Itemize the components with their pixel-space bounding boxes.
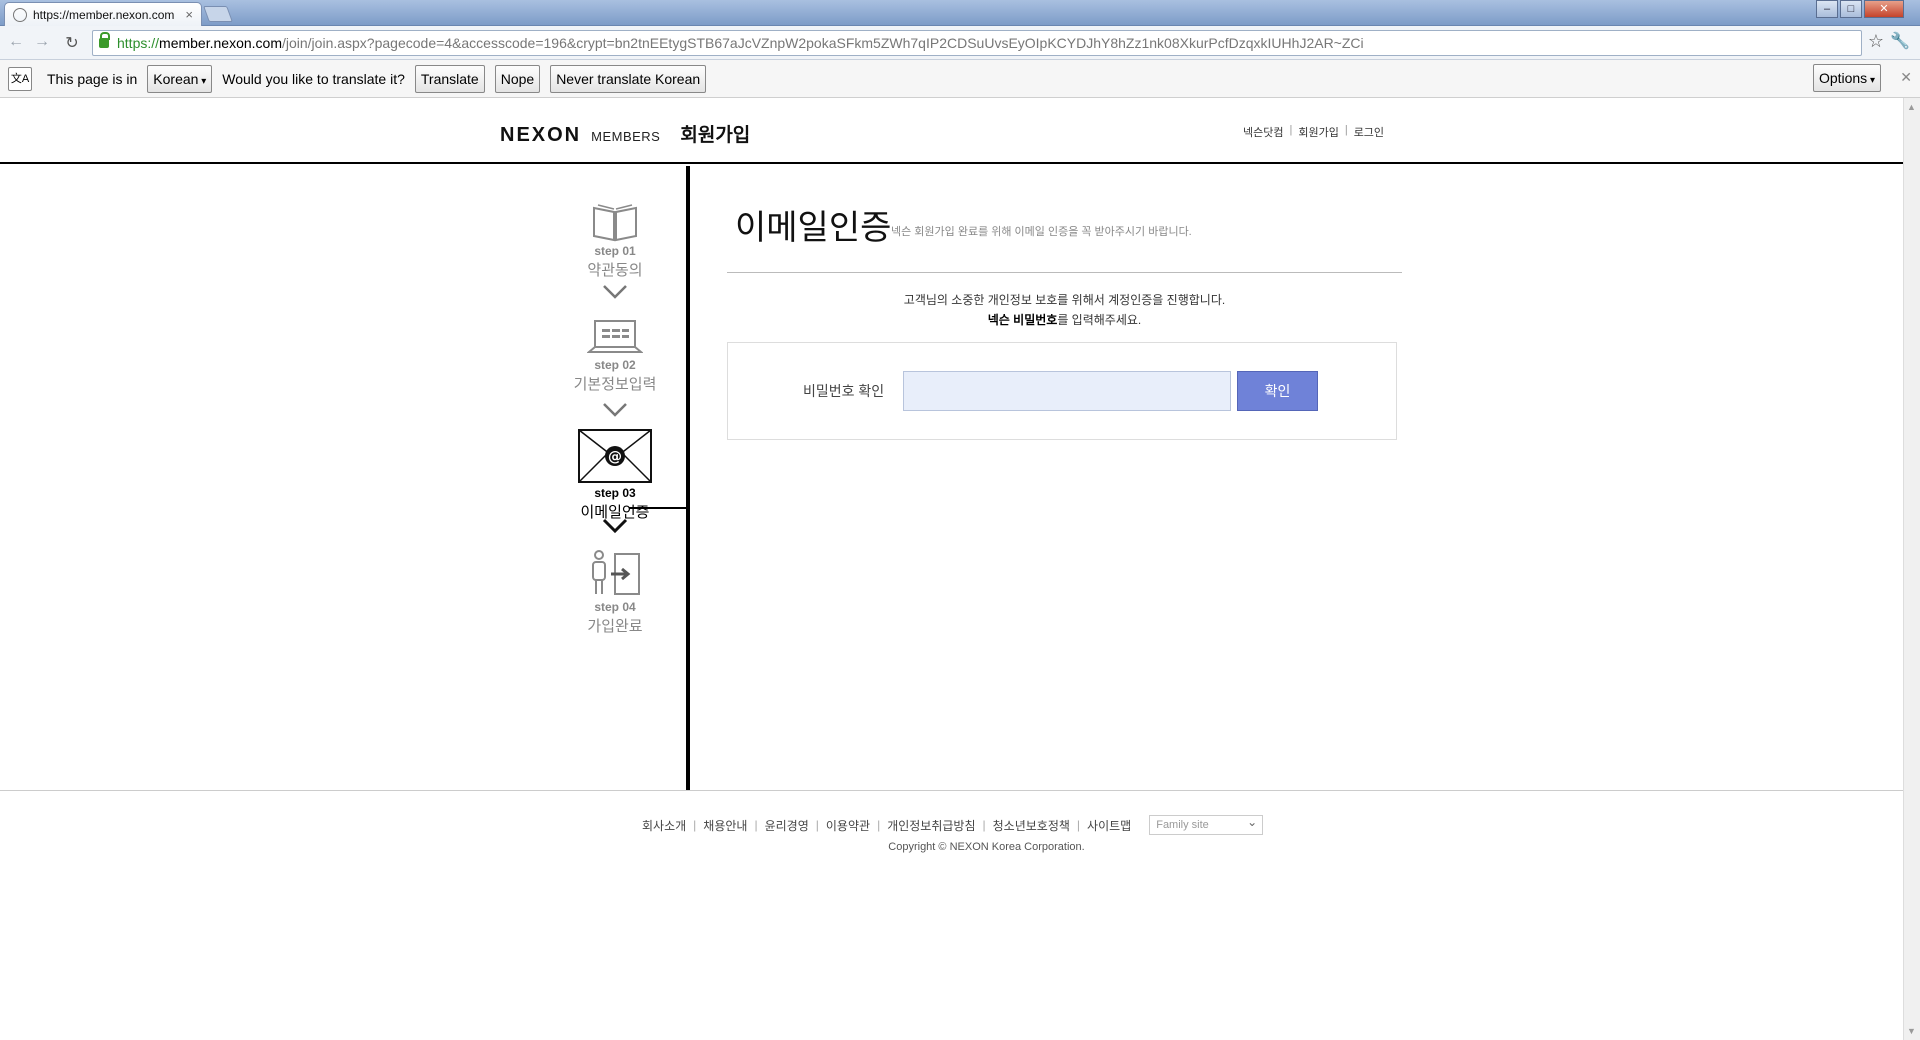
translate-button[interactable]: Translate bbox=[414, 64, 485, 93]
notice-line-2-rest: 를 입력해주세요. bbox=[1057, 313, 1142, 327]
infobar-prefix: This page is in bbox=[47, 70, 138, 87]
active-step-connector bbox=[629, 507, 686, 509]
link-separator: | bbox=[1289, 124, 1293, 136]
bookmark-star-icon[interactable]: ☆ bbox=[1868, 31, 1884, 52]
confirm-button[interactable]: 확인 bbox=[1237, 371, 1318, 411]
browser-tabstrip: https://member.nexon.com × – □ ✕ bbox=[0, 0, 1920, 26]
step-label: 약관동의 bbox=[587, 262, 643, 279]
site-footer: 회사소개 | 채용안내 | 윤리경영 | 이용약관 | 개인정보취급방침 | 청… bbox=[0, 790, 1903, 1040]
email-envelope-icon: @ bbox=[578, 429, 652, 483]
laptop-icon bbox=[587, 320, 643, 353]
password-input[interactable] bbox=[903, 371, 1231, 411]
page-content: NEXON MEMBERS 회원가입 넥슨닷컴 | 회원가입 | 로그인 ste… bbox=[0, 98, 1903, 1040]
step-number: step 01 bbox=[594, 244, 636, 258]
url-path: /join/join.aspx?pagecode=4&accesscode=19… bbox=[281, 35, 1364, 51]
browser-tab[interactable]: https://member.nexon.com × bbox=[4, 2, 202, 26]
logo-nexon: NEXON bbox=[500, 124, 582, 146]
step-1: step 01 약관동의 bbox=[540, 202, 690, 280]
link-separator: | bbox=[877, 818, 881, 832]
globe-icon bbox=[13, 7, 27, 22]
nope-button[interactable]: Nope bbox=[494, 64, 541, 93]
notice-emphasis: 넥슨 비밀번호 bbox=[987, 313, 1058, 327]
reload-icon[interactable]: ↻ bbox=[62, 33, 82, 53]
footer-link-company[interactable]: 회사소개 bbox=[642, 817, 686, 834]
top-link-login[interactable]: 로그인 bbox=[1354, 124, 1384, 140]
step-label: 가입완료 bbox=[587, 618, 643, 635]
footer-link-youth[interactable]: 청소년보호정책 bbox=[993, 817, 1070, 834]
browser-toolbar: ← → ↻ https://member.nexon.com/join/join… bbox=[0, 26, 1920, 60]
signup-steps: step 01 약관동의 step 02 기본정보입력 @ step 03 이메… bbox=[540, 166, 690, 790]
verification-notice: 고객님의 소중한 개인정보 보호를 위해서 계정인증을 진행합니다. 넥슨 비밀… bbox=[727, 290, 1402, 330]
chevron-down-icon bbox=[602, 518, 628, 534]
link-separator: | bbox=[754, 818, 758, 832]
step-rail-divider bbox=[686, 166, 690, 790]
link-separator: | bbox=[1076, 818, 1081, 832]
title-divider bbox=[727, 272, 1402, 273]
url-host: member.nexon.com bbox=[159, 35, 282, 51]
step-2: step 02 기본정보입력 bbox=[540, 318, 690, 394]
top-links: 넥슨닷컴 | 회원가입 | 로그인 bbox=[1243, 124, 1384, 140]
notice-line-2: 넥슨 비밀번호를 입력해주세요. bbox=[727, 310, 1402, 330]
link-separator: | bbox=[1344, 124, 1348, 136]
chevron-down-icon bbox=[603, 403, 627, 417]
options-button[interactable]: Options bbox=[1812, 64, 1881, 92]
translate-infobar: 文A This page is in Korean Would you like… bbox=[0, 60, 1920, 98]
scroll-up-icon[interactable]: ▲ bbox=[1907, 102, 1916, 112]
new-tab-button[interactable] bbox=[203, 6, 233, 22]
maximize-button[interactable]: □ bbox=[1840, 0, 1862, 18]
svg-text:@: @ bbox=[608, 449, 622, 465]
tab-title: https://member.nexon.com bbox=[33, 7, 175, 22]
url-scheme: https:// bbox=[117, 35, 160, 51]
chevron-down-icon bbox=[603, 285, 627, 299]
password-confirm-label: 비밀번호 확인 bbox=[803, 383, 885, 399]
page-subtitle: 넥슨 회원가입 완료를 위해 이메일 인증을 꼭 받아주시기 바랍니다. bbox=[891, 226, 1192, 238]
person-door-icon bbox=[592, 550, 640, 595]
forward-icon[interactable]: → bbox=[32, 33, 52, 51]
step-number: step 02 bbox=[594, 358, 636, 372]
logo-members: MEMBERS bbox=[591, 129, 661, 144]
translate-icon: 文A bbox=[8, 66, 32, 91]
family-site-select[interactable]: Family site bbox=[1149, 813, 1264, 835]
infobar-close-icon[interactable]: ✕ bbox=[1900, 69, 1912, 86]
wrench-icon[interactable]: 🔧 bbox=[1890, 31, 1910, 51]
language-select[interactable]: Korean bbox=[147, 64, 213, 93]
top-link-nexon-com[interactable]: 넥슨닷컴 bbox=[1243, 124, 1283, 140]
copyright: Copyright © NEXON Korea Corporation. bbox=[888, 841, 1085, 853]
window-close-button[interactable]: ✕ bbox=[1864, 0, 1904, 18]
page-title: 이메일인증 bbox=[735, 209, 892, 247]
password-form: 비밀번호 확인 확인 bbox=[727, 342, 1397, 440]
tab-close-icon[interactable]: × bbox=[185, 7, 193, 22]
lock-icon bbox=[99, 32, 110, 48]
footer-link-terms[interactable]: 이용약관 bbox=[826, 817, 870, 834]
infobar-question: Would you like to translate it? bbox=[222, 70, 405, 87]
back-icon[interactable]: ← bbox=[6, 33, 26, 51]
scroll-down-icon[interactable]: ▼ bbox=[1907, 1026, 1916, 1036]
step-number: step 03 bbox=[594, 486, 636, 500]
page-scrollbar[interactable]: ▲ ▼ bbox=[1903, 98, 1920, 1040]
footer-link-privacy[interactable]: 개인정보취급방침 bbox=[887, 817, 975, 834]
book-icon bbox=[593, 204, 637, 242]
site-logo[interactable]: NEXON MEMBERS 회원가입 bbox=[500, 120, 750, 147]
footer-link-sitemap[interactable]: 사이트맵 bbox=[1087, 817, 1131, 834]
minimize-button[interactable]: – bbox=[1816, 0, 1838, 18]
site-header: NEXON MEMBERS 회원가입 넥슨닷컴 | 회원가입 | 로그인 bbox=[0, 98, 1903, 164]
step-label: 기본정보입력 bbox=[573, 376, 657, 393]
link-separator: | bbox=[815, 818, 819, 832]
footer-links: 회사소개 | 채용안내 | 윤리경영 | 이용약관 | 개인정보취급방침 | 청… bbox=[642, 813, 1264, 835]
notice-line-1: 고객님의 소중한 개인정보 보호를 위해서 계정인증을 진행합니다. bbox=[903, 293, 1226, 307]
header-title: 회원가입 bbox=[680, 125, 751, 146]
link-separator: | bbox=[982, 818, 986, 832]
never-translate-button[interactable]: Never translate Korean bbox=[550, 64, 707, 93]
footer-link-careers[interactable]: 채용안내 bbox=[703, 817, 747, 834]
address-bar[interactable]: https://member.nexon.com/join/join.aspx?… bbox=[92, 30, 1862, 56]
step-number: step 04 bbox=[594, 600, 636, 614]
footer-link-ethics[interactable]: 윤리경영 bbox=[765, 817, 809, 834]
top-link-signup[interactable]: 회원가입 bbox=[1298, 124, 1338, 140]
link-separator: | bbox=[693, 818, 697, 832]
step-4: step 04 가입완료 bbox=[540, 550, 690, 636]
